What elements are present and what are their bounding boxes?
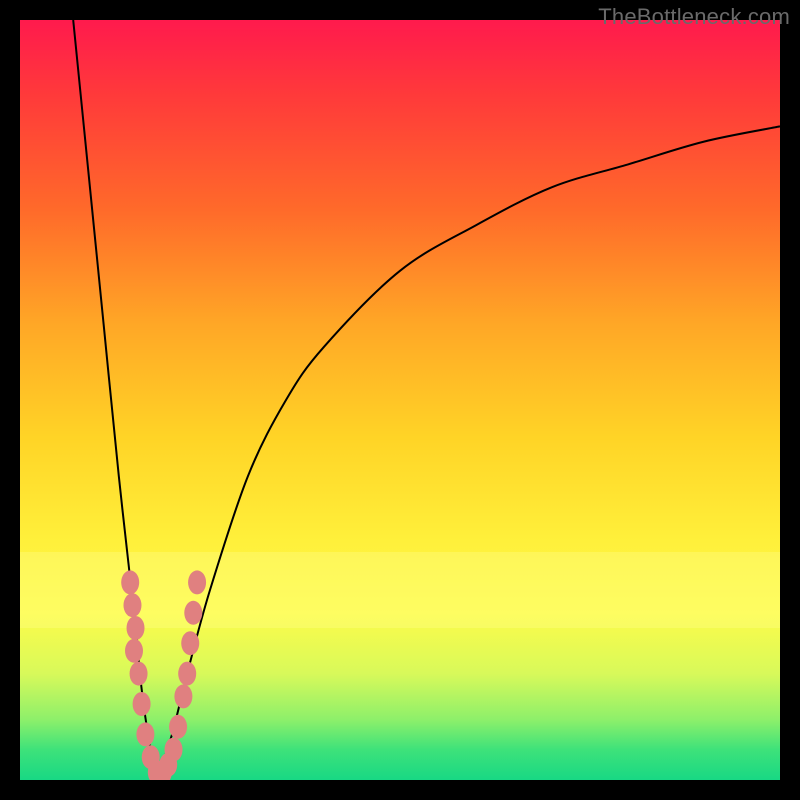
bead-marker	[127, 616, 145, 640]
bead-marker	[165, 738, 183, 762]
chart-svg	[20, 20, 780, 780]
curve-right-branch	[157, 126, 780, 780]
bead-marker	[178, 662, 196, 686]
bead-marker	[181, 631, 199, 655]
bead-marker	[130, 662, 148, 686]
plot-area	[20, 20, 780, 780]
bead-marker	[133, 692, 151, 716]
bead-marker	[125, 639, 143, 663]
bead-marker	[123, 593, 141, 617]
bead-marker	[121, 570, 139, 594]
bead-marker	[169, 715, 187, 739]
bead-cluster	[121, 570, 206, 780]
watermark-text: TheBottleneck.com	[598, 4, 790, 30]
bead-marker	[184, 601, 202, 625]
chart-frame: TheBottleneck.com	[0, 0, 800, 800]
bead-marker	[136, 722, 154, 746]
bead-marker	[188, 570, 206, 594]
bead-marker	[174, 684, 192, 708]
